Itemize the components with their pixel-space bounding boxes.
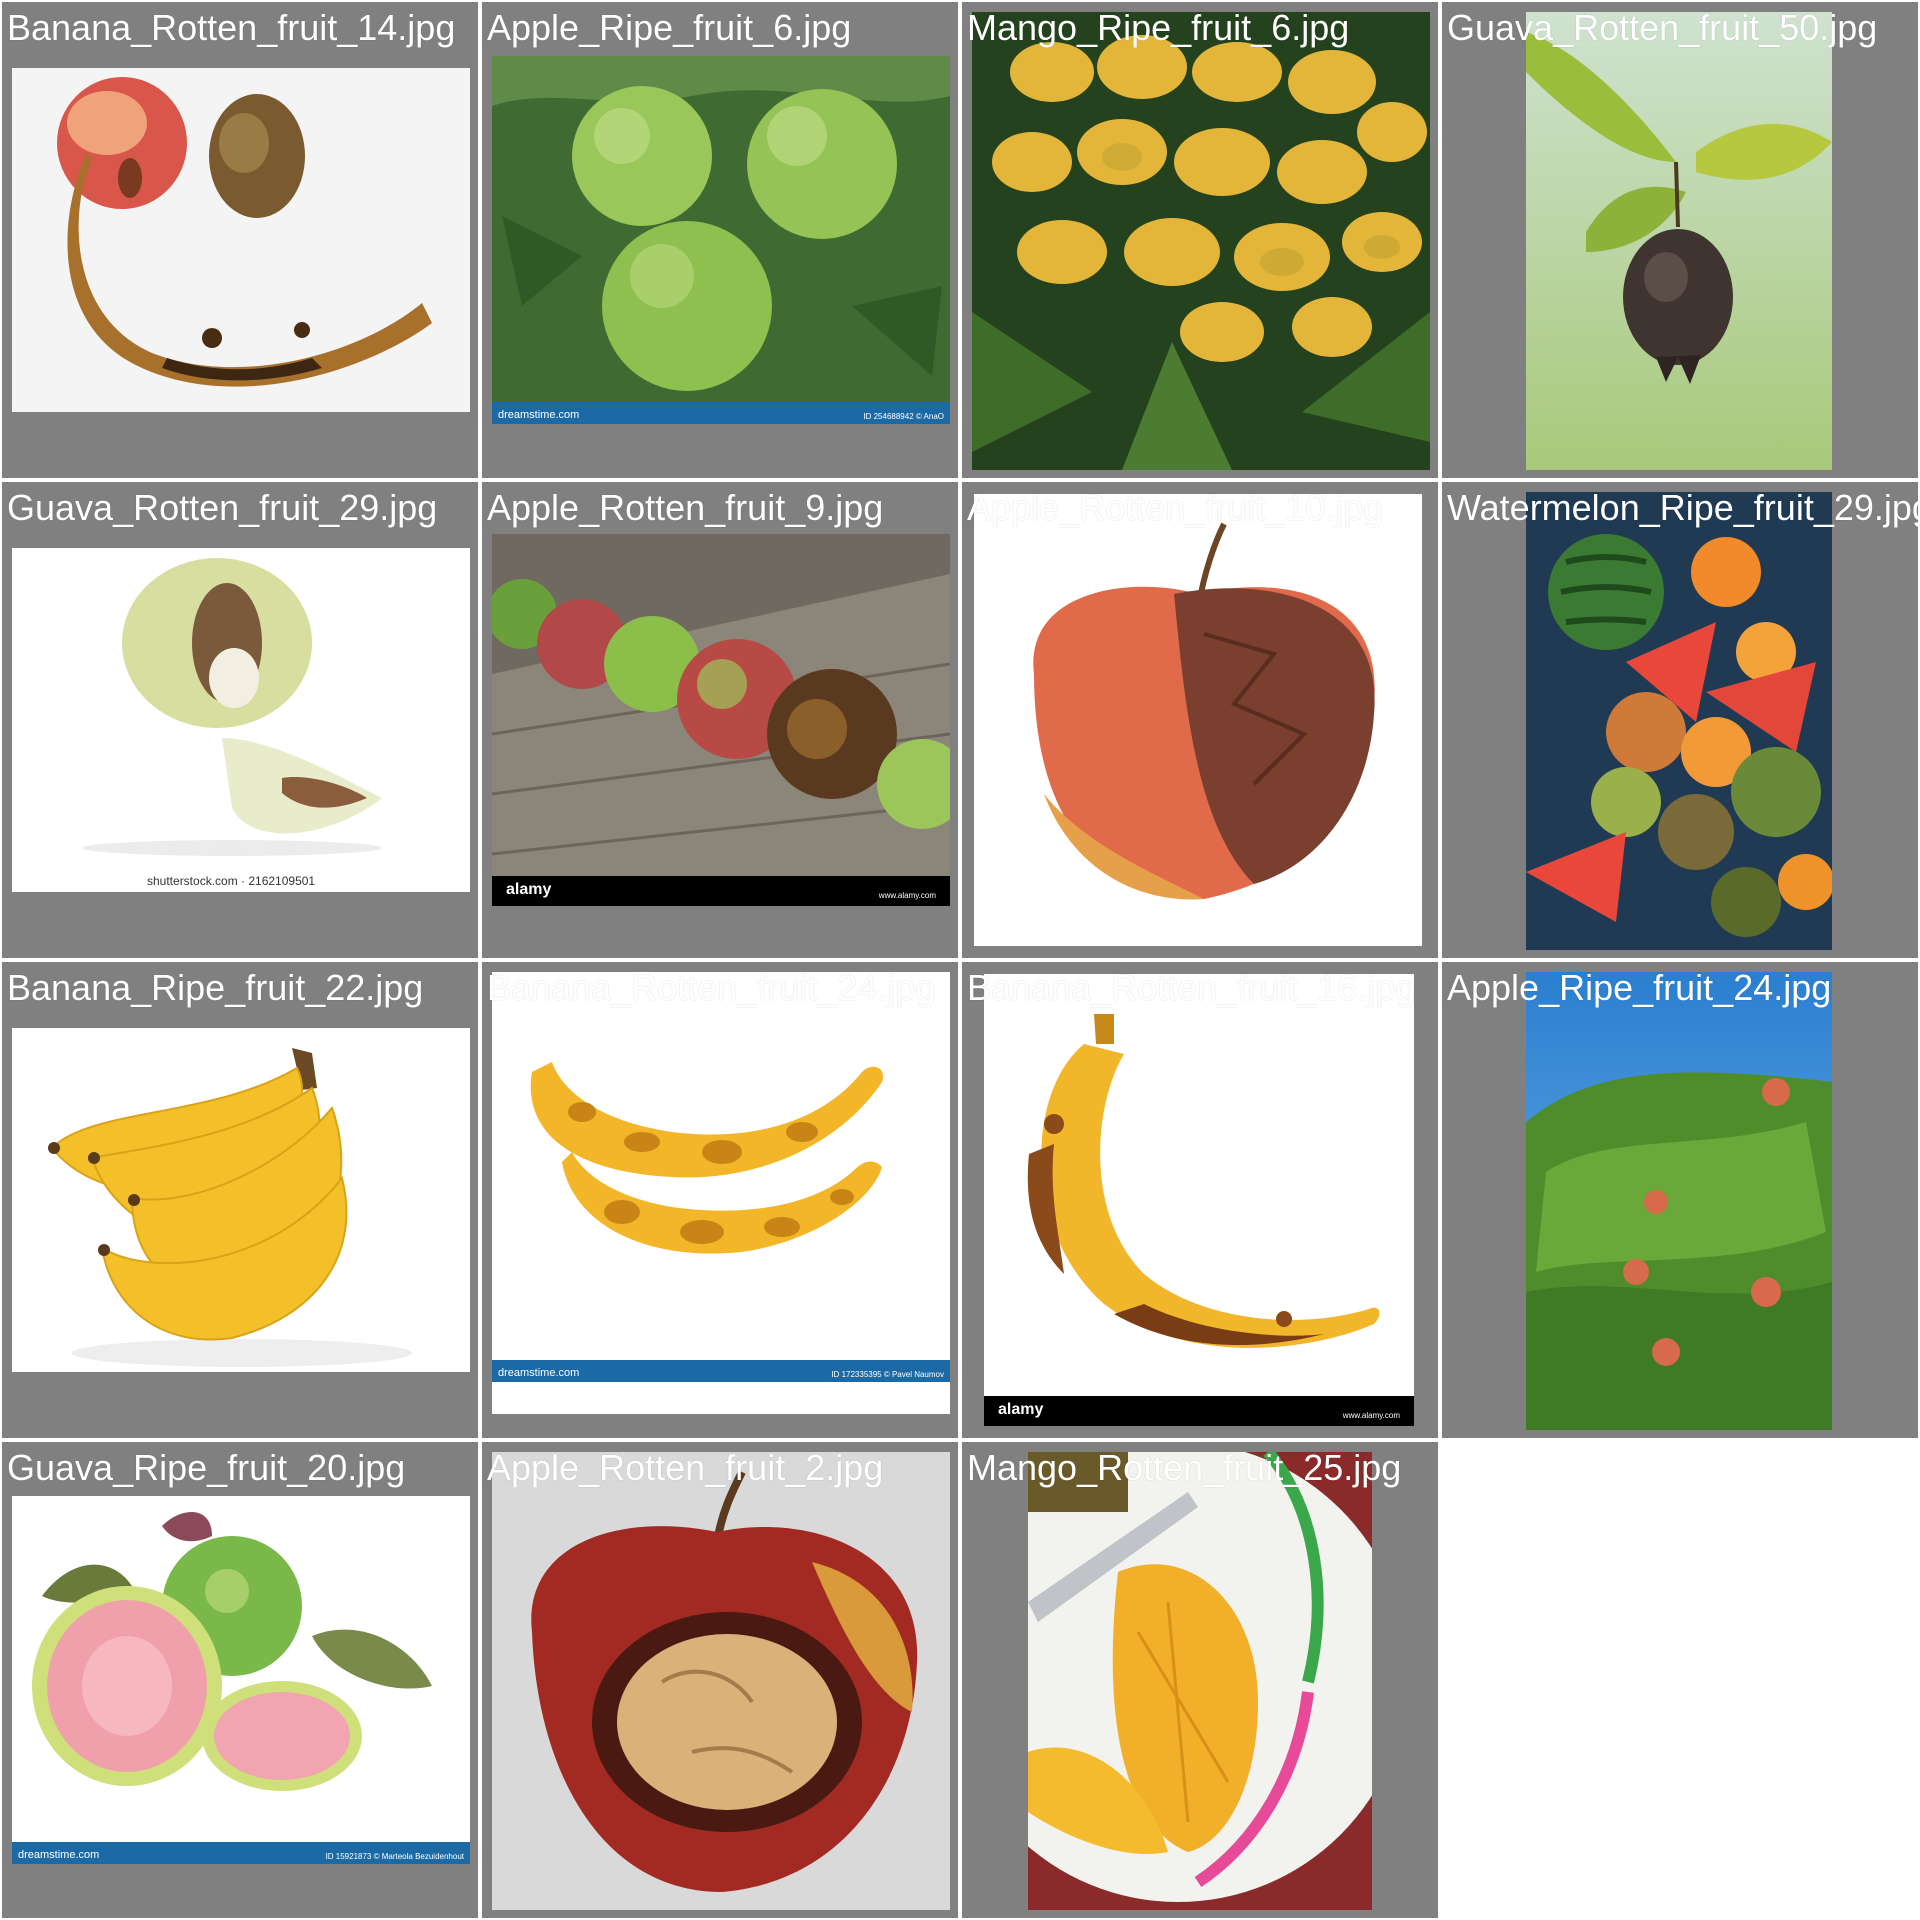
image-grid: Banana_Rotten_fruit_14.jpg dreamstime.co… [0, 0, 1920, 1920]
fruit-photo [1526, 492, 1832, 950]
image-tile[interactable]: alamy www.alamy.com Apple_Rotten_fruit_9… [482, 482, 958, 958]
image-tile[interactable]: Mango_Ripe_fruit_6.jpg [962, 2, 1438, 478]
watermark-bar: dreamstime.com ID 254688942 © AnaO [492, 402, 950, 424]
watermark-text: shutterstock.com · 2162109501 [147, 874, 316, 888]
watermark-bar: alamy www.alamy.com [984, 1396, 1414, 1426]
watermark-text: dreamstime.com [498, 1367, 580, 1379]
watermark-bar: dreamstime.com ID 172335395 © Pavel Naum… [492, 1360, 950, 1382]
file-name-caption: Guava_Ripe_fruit_20.jpg [7, 1447, 406, 1488]
file-name-caption: Banana_Rotten_fruit_14.jpg [7, 7, 456, 48]
image-tile[interactable]: dreamstime.com ID 15921873 © Marteola Be… [2, 1442, 478, 1918]
watermark-bar: dreamstime.com ID 15921873 © Marteola Be… [12, 1842, 470, 1864]
image-tile[interactable]: alamy www.alamy.com Banana_Rotten_fruit_… [962, 962, 1438, 1438]
watermark-text: dreamstime.com [498, 409, 580, 421]
file-name-caption: Apple_Ripe_fruit_6.jpg [487, 7, 852, 48]
file-name-caption: Banana_Ripe_fruit_22.jpg [7, 967, 424, 1008]
fruit-photo [1028, 1452, 1372, 1910]
image-tile[interactable]: Watermelon_Ripe_fruit_29.jpg [1442, 482, 1918, 958]
watermark-id-text: ID 254688942 © AnaO [863, 412, 944, 421]
fruit-photo: shutterstock.com · 2162109501 [12, 548, 470, 892]
fruit-photo [974, 494, 1422, 946]
fruit-photo [972, 12, 1430, 470]
fruit-photo [1526, 972, 1832, 1430]
image-tile[interactable]: Mango_Rotten_fruit_25.jpg [962, 1442, 1438, 1918]
image-tile[interactable]: Banana_Ripe_fruit_22.jpg [2, 962, 478, 1438]
watermark-id-text: ID 15921873 © Marteola Bezuidenhout [325, 1852, 464, 1861]
watermark-id-text: ID 172335395 © Pavel Naumov [831, 1370, 944, 1379]
file-name-caption: Apple_Rotten_fruit_9.jpg [487, 487, 884, 528]
image-tile[interactable]: dreamstime.com ID 254688942 © AnaO Apple… [482, 2, 958, 478]
image-tile[interactable]: Apple_Rotten_fruit_2.jpg [482, 1442, 958, 1918]
watermark-text: dreamstime.com [18, 1849, 100, 1861]
image-tile[interactable]: Guava_Rotten_fruit_50.jpg [1442, 2, 1918, 478]
image-tile[interactable]: Apple_Rotten_fruit_10.jpg [962, 482, 1438, 958]
fruit-photo [492, 1452, 950, 1910]
fruit-photo: dreamstime.com ID 172335395 © Pavel Naum… [492, 972, 950, 1414]
watermark-url-text: www.alamy.com [1342, 1411, 1400, 1420]
watermark-text: alamy [506, 881, 552, 898]
fruit-photo: alamy www.alamy.com [492, 534, 950, 906]
image-tile[interactable]: Apple_Ripe_fruit_24.jpg [1442, 962, 1918, 1438]
fruit-photo: alamy www.alamy.com [984, 974, 1414, 1426]
fruit-photo: dreamstime.com ID 254688942 © AnaO [492, 56, 950, 424]
image-tile[interactable]: dreamstime.com ID 172335395 © Pavel Naum… [482, 962, 958, 1438]
fruit-photo [1526, 12, 1832, 470]
image-tile[interactable]: shutterstock.com · 2162109501 Guava_Rott… [2, 482, 478, 958]
file-name-caption: Guava_Rotten_fruit_29.jpg [7, 487, 438, 528]
fruit-photo [12, 1028, 470, 1372]
image-tile[interactable]: Banana_Rotten_fruit_14.jpg [2, 2, 478, 478]
watermark-text: alamy [998, 1401, 1044, 1418]
watermark-bar: alamy www.alamy.com [492, 876, 950, 906]
watermark-url-text: www.alamy.com [878, 891, 936, 900]
fruit-photo [12, 68, 470, 412]
fruit-photo: dreamstime.com ID 15921873 © Marteola Be… [12, 1496, 470, 1864]
